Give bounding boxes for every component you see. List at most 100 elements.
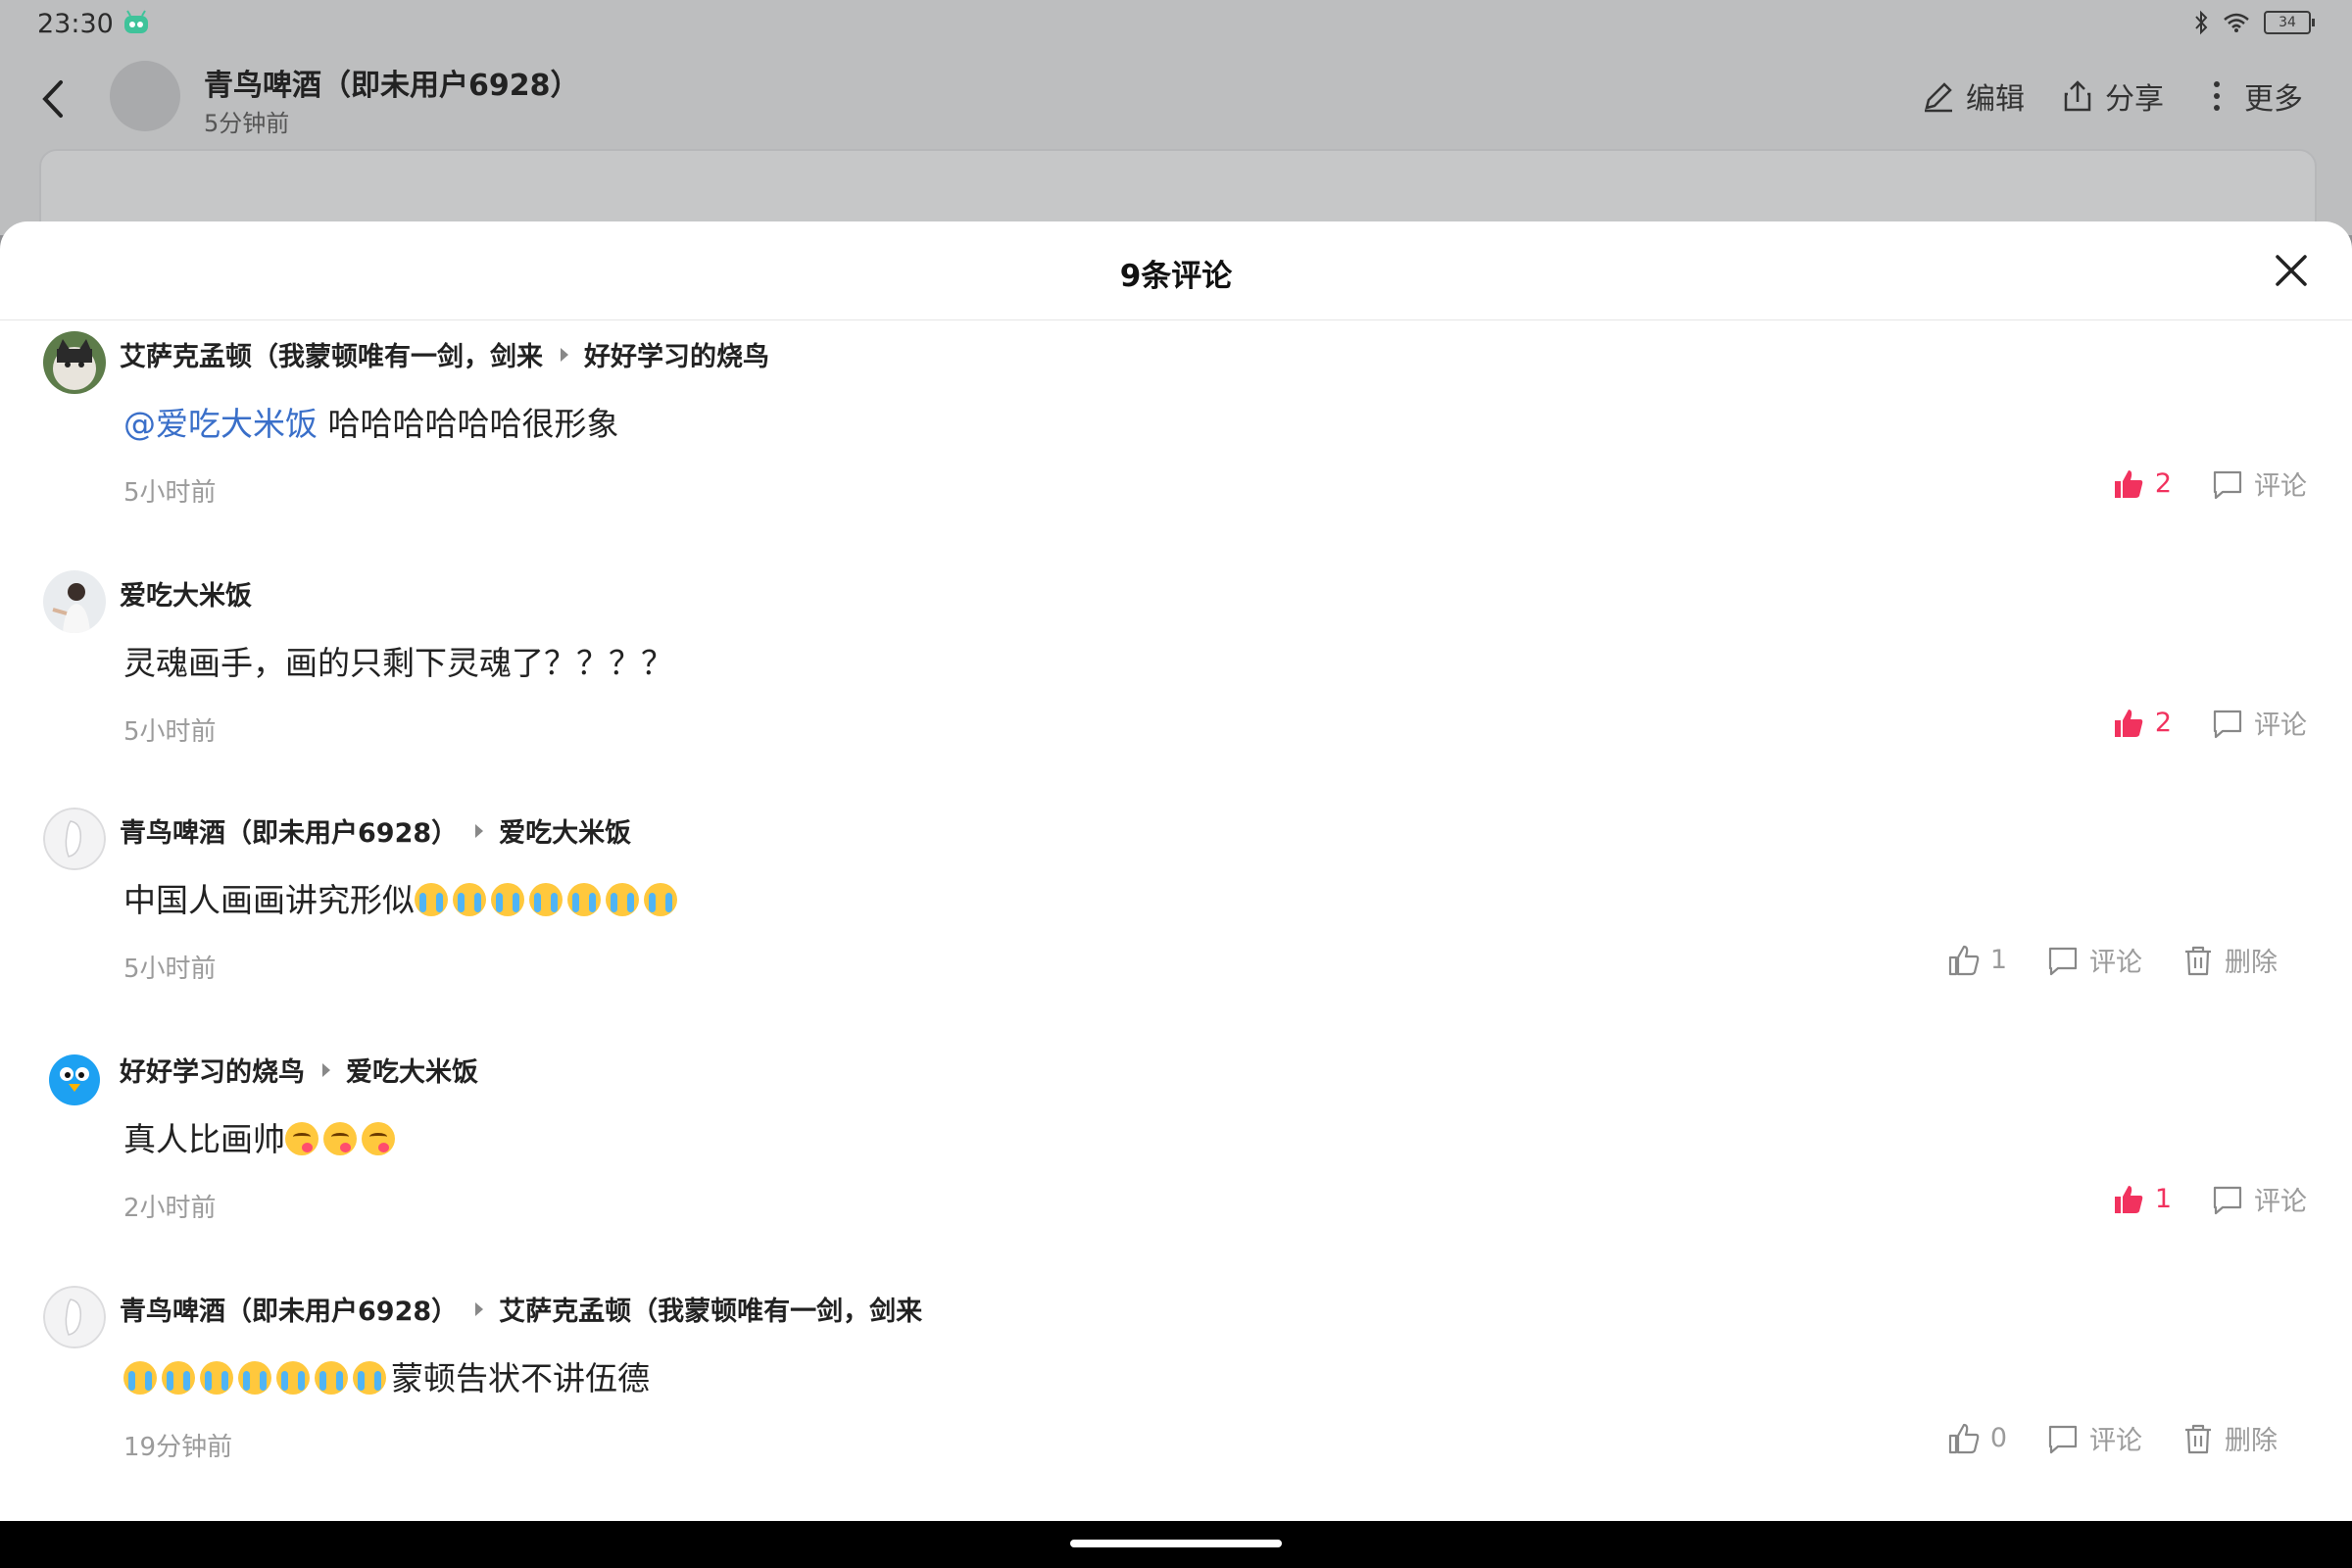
comment-text: 真人比画帅 [123,1113,400,1160]
comment-author[interactable]: 青鸟啤酒（即未用户6928） [120,1290,458,1328]
like-button[interactable]: 1 [1947,944,2007,977]
comment-item: 好好学习的烧鸟 爱吃大米饭 真人比画帅 2小时前 1 评论 [0,1043,2352,1282]
reply-to-user[interactable]: 爱吃大米饭 [499,811,631,850]
comment-actions: 1 评论 [2112,1180,2307,1218]
delete-button[interactable]: 删除 [2181,1419,2278,1457]
user-avatar[interactable] [43,1047,106,1109]
comment-item: 艾萨克孟顿（我蒙顿唯有一剑，剑来 好好学习的烧鸟 @爱吃大米饭 哈哈哈哈哈哈很形… [0,327,2352,566]
wifi-icon [2224,13,2249,32]
crying-emoji-run [123,1359,391,1397]
reply-label: 评论 [2254,471,2307,502]
loudly-crying-face-icon [644,883,677,916]
comment-header: 好好学习的烧鸟 爱吃大米饭 [120,1051,478,1089]
loudly-crying-face-icon [353,1361,386,1395]
reply-to-user[interactable]: 好好学习的烧鸟 [584,335,769,373]
user-avatar[interactable] [43,808,106,870]
reply-label: 评论 [2254,1187,2307,1217]
loudly-crying-face-icon [315,1361,348,1395]
like-button[interactable]: 2 [2112,467,2172,501]
share-button[interactable]: 分享 [2060,74,2164,118]
author-avatar[interactable] [110,61,180,131]
comment-actions: 0 评论 删除 [1947,1419,2278,1457]
like-button[interactable]: 0 [1947,1422,2007,1455]
sheet-header: 9条评论 [0,221,2352,320]
more-button[interactable]: 更多 [2199,74,2303,118]
user-mention[interactable]: @爱吃大米饭 [123,405,318,443]
app-notification-icon [124,10,148,33]
reply-button[interactable]: 评论 [2211,704,2307,742]
yum-emoji-run [285,1120,400,1158]
comment-actions: 2 评论 [2112,704,2307,742]
reply-button[interactable]: 评论 [2211,465,2307,503]
edit-button[interactable]: 编辑 [1921,74,2025,118]
comment-time: 2小时前 [123,1194,217,1223]
more-icon [2214,81,2220,111]
comment-text-content: 真人比画帅 [123,1120,285,1158]
back-arrow-icon[interactable] [35,74,71,123]
comment-author[interactable]: 爱吃大米饭 [120,574,252,612]
status-bar: 23:30 34 [0,0,2352,49]
crying-emoji-run [415,881,682,919]
comment-icon [2213,470,2242,499]
reply-to-user[interactable]: 爱吃大米饭 [346,1051,478,1089]
bluetooth-icon [2195,10,2208,35]
like-count: 1 [1989,945,2007,975]
reply-button[interactable]: 评论 [2046,941,2142,979]
reply-button[interactable]: 评论 [2211,1180,2307,1218]
comment-text-content: 蒙顿告状不讲伍德 [391,1359,650,1397]
share-label: 分享 [2105,82,2164,117]
user-avatar[interactable] [43,331,106,394]
post-time: 5分钟前 [204,110,290,137]
home-gesture-handle[interactable] [1070,1540,1282,1547]
comment-text: 中国人画画讲究形似 [123,874,682,921]
comment-author[interactable]: 好好学习的烧鸟 [120,1051,305,1089]
like-count: 2 [2154,468,2172,499]
comment-item: 青鸟啤酒（即未用户6928） 艾萨克孟顿（我蒙顿唯有一剑，剑来 蒙顿告状不讲伍德… [0,1282,2352,1521]
comment-actions: 1 评论 删除 [1947,941,2278,979]
loudly-crying-face-icon [238,1361,271,1395]
trash-icon [2185,946,2211,975]
reply-to-user[interactable]: 艾萨克孟顿（我蒙顿唯有一剑，剑来 [499,1290,922,1328]
loudly-crying-face-icon [606,883,639,916]
close-icon[interactable] [2270,249,2313,292]
comment-header: 青鸟啤酒（即未用户6928） 艾萨克孟顿（我蒙顿唯有一剑，剑来 [120,1290,922,1328]
loudly-crying-face-icon [276,1361,310,1395]
delete-label: 删除 [2225,948,2278,978]
author-name[interactable]: 青鸟啤酒（即未用户6928） [204,61,580,104]
reply-arrow-icon [561,347,568,362]
comment-author[interactable]: 青鸟啤酒（即未用户6928） [120,811,458,850]
like-button[interactable]: 2 [2112,707,2172,740]
user-avatar[interactable] [43,570,106,633]
comment-header: 青鸟啤酒（即未用户6928） 爱吃大米饭 [120,811,631,850]
loudly-crying-face-icon [453,883,486,916]
thumbs-up-filled-icon [2114,709,2143,737]
comment-item: 青鸟啤酒（即未用户6928） 爱吃大米饭 中国人画画讲究形似 5小时前 1 评论… [0,804,2352,1043]
like-button[interactable]: 1 [2112,1183,2172,1216]
comment-icon [2048,1425,2078,1453]
comment-time: 5小时前 [123,717,217,747]
user-avatar[interactable] [43,1286,106,1348]
status-time: 23:30 [37,9,114,39]
reply-arrow-icon [475,1301,484,1316]
comment-text: 蒙顿告状不讲伍德 [123,1352,650,1399]
loudly-crying-face-icon [162,1361,195,1395]
loudly-crying-face-icon [123,1361,157,1395]
delete-button[interactable]: 删除 [2181,941,2278,979]
comment-time: 19分钟前 [123,1433,233,1462]
thumbs-up-filled-icon [2114,1185,2143,1213]
comment-icon [2048,947,2078,975]
sheet-title: 9条评论 [1119,259,1233,294]
like-count: 0 [1989,1423,2007,1453]
reply-arrow-icon [475,823,484,838]
post-actions: 编辑 分享 更多 [1921,74,2303,118]
reply-button[interactable]: 评论 [2046,1419,2142,1457]
comment-time: 5小时前 [123,478,217,508]
system-navigation-bar [0,1521,2352,1568]
comment-icon [2213,710,2242,738]
reply-label: 评论 [2254,710,2307,741]
comment-author[interactable]: 艾萨克孟顿（我蒙顿唯有一剑，剑来 [120,335,543,373]
comment-time: 5小时前 [123,955,217,984]
face-savoring-food-icon [323,1122,357,1155]
comment-icon [2213,1186,2242,1214]
battery-icon: 34 [2264,11,2315,34]
